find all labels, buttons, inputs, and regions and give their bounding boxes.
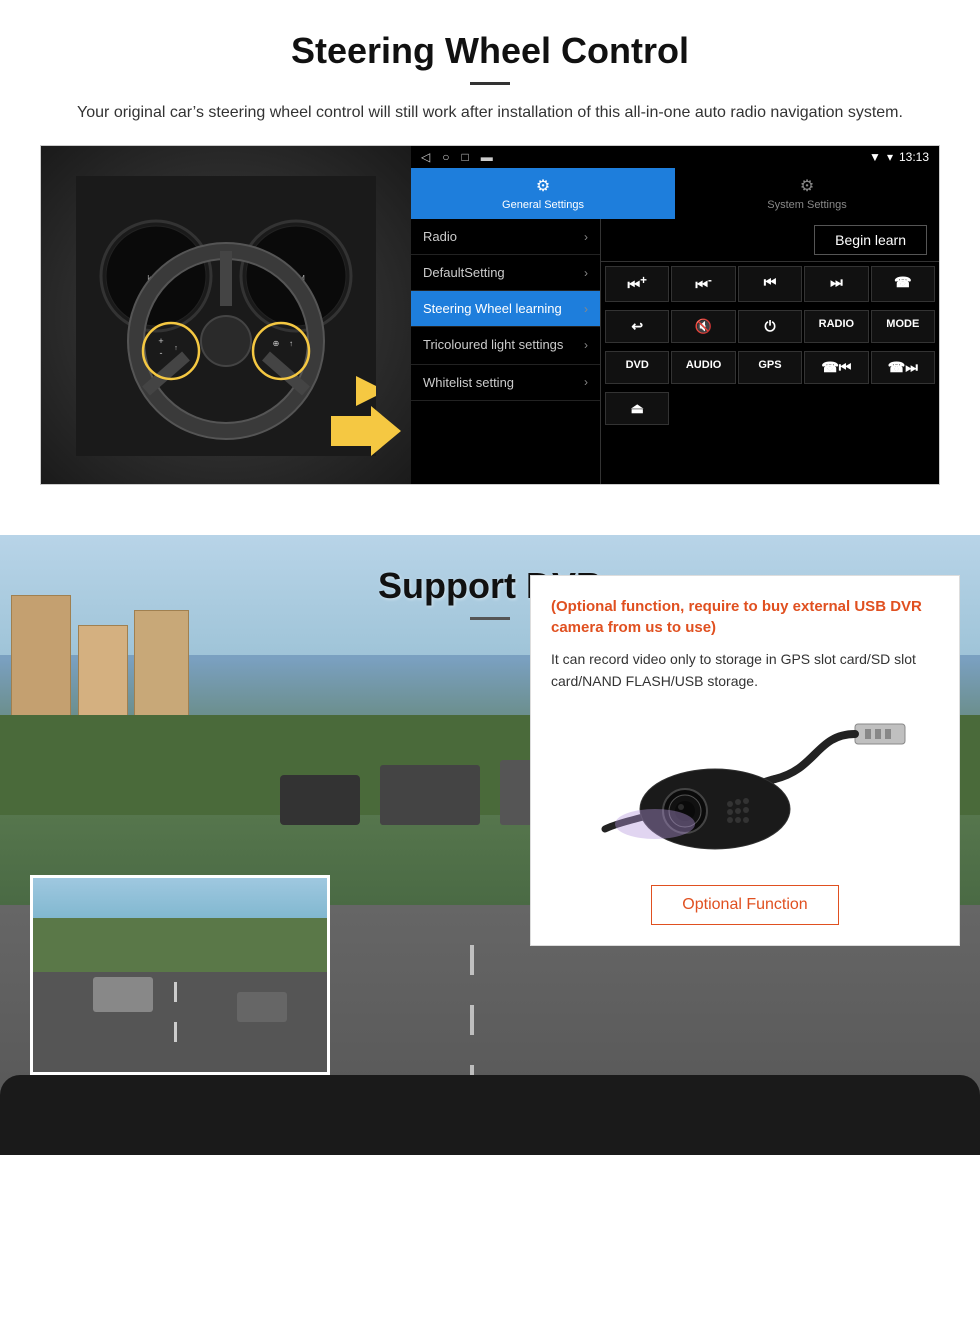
ctrl-btn-prev[interactable]: ⏮ bbox=[738, 266, 802, 302]
ctrl-btn-vol-up[interactable]: ⏮+ bbox=[605, 266, 669, 302]
ctrl-btn-power[interactable]: ⏻ bbox=[738, 310, 802, 343]
steering-demo: km/h RPM + - bbox=[40, 145, 940, 485]
dvr-optional-text: (Optional function, require to buy exter… bbox=[551, 596, 939, 638]
android-content: Radio › DefaultSetting › Steering Wheel … bbox=[411, 219, 939, 484]
chevron-right-icon: › bbox=[584, 266, 588, 280]
inset-line-2 bbox=[174, 1022, 177, 1042]
android-statusbar: ◁ ○ □ ▬ ▼ ▾ 13:13 bbox=[411, 146, 939, 168]
svg-text:↑: ↑ bbox=[174, 345, 178, 352]
tab-system-settings[interactable]: ⚙ System Settings bbox=[675, 168, 939, 219]
menu-item-tricoloured[interactable]: Tricoloured light settings › bbox=[411, 327, 600, 365]
chevron-right-icon: › bbox=[584, 375, 588, 389]
dashboard bbox=[0, 1075, 980, 1155]
svg-text:+: + bbox=[158, 336, 163, 346]
ctrl-grid-row2: ↩ 🔇 ⏻ RADIO MODE bbox=[601, 306, 939, 347]
ctrl-btn-call-next[interactable]: ☎⏭ bbox=[871, 351, 935, 384]
dvr-info-card: (Optional function, require to buy exter… bbox=[530, 575, 960, 946]
ctrl-btn-mute[interactable]: 🔇 bbox=[671, 310, 735, 343]
ctrl-btn-mode[interactable]: MODE bbox=[871, 310, 935, 343]
optional-function-button[interactable]: Optional Function bbox=[651, 885, 838, 925]
road-line-2 bbox=[470, 1005, 474, 1035]
system-icon: ⚙ bbox=[800, 176, 814, 196]
android-tabs: ⚙ General Settings ⚙ System Settings bbox=[411, 168, 939, 219]
steering-subtitle: Your original car’s steering wheel contr… bbox=[60, 101, 920, 125]
android-right-panel: Begin learn ⏮+ ⏮- ⏮ ⏭ ☎ ↩ 🔇 ⏻ bbox=[601, 219, 939, 484]
ctrl-btn-audio[interactable]: AUDIO bbox=[671, 351, 735, 384]
menu-item-defaultsetting[interactable]: DefaultSetting › bbox=[411, 255, 600, 291]
dvr-section: Support DVR bbox=[0, 505, 980, 1155]
android-menu: Radio › DefaultSetting › Steering Wheel … bbox=[411, 219, 601, 484]
recents-icon: □ bbox=[461, 150, 468, 164]
nav-icons: ◁ ○ □ ▬ bbox=[421, 150, 493, 164]
car-1 bbox=[280, 775, 360, 825]
tab-general-label: General Settings bbox=[502, 199, 584, 211]
inset-car-2 bbox=[237, 992, 287, 1022]
begin-learn-row: Begin learn bbox=[601, 219, 939, 262]
ctrl-btn-eject[interactable]: ⏏ bbox=[605, 392, 669, 425]
menu-icon: ▬ bbox=[481, 150, 493, 164]
clock: 13:13 bbox=[899, 150, 929, 164]
inset-car bbox=[93, 977, 153, 1012]
road-line-1 bbox=[470, 945, 474, 975]
ctrl-btn-radio[interactable]: RADIO bbox=[804, 310, 868, 343]
car-2 bbox=[380, 765, 480, 825]
ctrl-btn-dvd[interactable]: DVD bbox=[605, 351, 669, 384]
chevron-right-icon: › bbox=[584, 230, 588, 244]
menu-item-steering-wheel[interactable]: Steering Wheel learning › bbox=[411, 291, 600, 327]
signal-icon: ▼ bbox=[869, 150, 881, 164]
camera-inner bbox=[33, 878, 327, 1072]
ctrl-btn-call-prev[interactable]: ☎⏮ bbox=[804, 351, 868, 384]
svg-text:↑: ↑ bbox=[289, 339, 293, 348]
tab-system-label: System Settings bbox=[767, 199, 846, 211]
dvr-camera-image bbox=[551, 709, 939, 869]
ctrl-btn-call[interactable]: ☎ bbox=[871, 266, 935, 302]
steering-title: Steering Wheel Control bbox=[40, 30, 940, 72]
steering-photo: km/h RPM + - bbox=[41, 146, 411, 485]
tab-general-settings[interactable]: ⚙ General Settings bbox=[411, 168, 675, 219]
menu-item-whitelist[interactable]: Whitelist setting › bbox=[411, 365, 600, 401]
inset-green bbox=[33, 918, 327, 978]
begin-learn-button[interactable]: Begin learn bbox=[814, 225, 927, 255]
dvr-device-svg bbox=[555, 709, 935, 869]
ctrl-grid-row1: ⏮+ ⏮- ⏮ ⏭ ☎ bbox=[601, 262, 939, 306]
ctrl-btn-gps[interactable]: GPS bbox=[738, 351, 802, 384]
camera-inset bbox=[30, 875, 330, 1075]
chevron-right-icon: › bbox=[584, 338, 588, 352]
inset-line-1 bbox=[174, 982, 177, 1002]
back-icon: ◁ bbox=[421, 150, 430, 164]
ctrl-grid-row4: ⏏ bbox=[601, 388, 939, 429]
android-panel: ◁ ○ □ ▬ ▼ ▾ 13:13 ⚙ General Settings ⚙ S… bbox=[411, 146, 939, 484]
ctrl-grid-row3: DVD AUDIO GPS ☎⏮ ☎⏭ bbox=[601, 347, 939, 388]
inset-road bbox=[33, 972, 327, 1072]
menu-item-radio[interactable]: Radio › bbox=[411, 219, 600, 255]
home-icon: ○ bbox=[442, 150, 449, 164]
svg-text:⊕: ⊕ bbox=[273, 339, 280, 348]
chevron-right-icon: › bbox=[584, 302, 588, 316]
svg-text:-: - bbox=[160, 348, 163, 358]
arrow-icon bbox=[331, 406, 401, 456]
wifi-icon: ▾ bbox=[887, 150, 893, 164]
ctrl-btn-hangup[interactable]: ↩ bbox=[605, 310, 669, 343]
title-divider bbox=[470, 82, 510, 85]
street-background: Support DVR bbox=[0, 535, 980, 1155]
dvr-photo-background: Support DVR bbox=[0, 535, 980, 1155]
dvr-desc-text: It can record video only to storage in G… bbox=[551, 648, 939, 693]
wheel-background: km/h RPM + - bbox=[41, 146, 411, 485]
ctrl-btn-vol-dn[interactable]: ⏮- bbox=[671, 266, 735, 302]
steering-section: Steering Wheel Control Your original car… bbox=[0, 0, 980, 505]
ctrl-btn-next[interactable]: ⏭ bbox=[804, 266, 868, 302]
gear-icon: ⚙ bbox=[536, 176, 550, 196]
